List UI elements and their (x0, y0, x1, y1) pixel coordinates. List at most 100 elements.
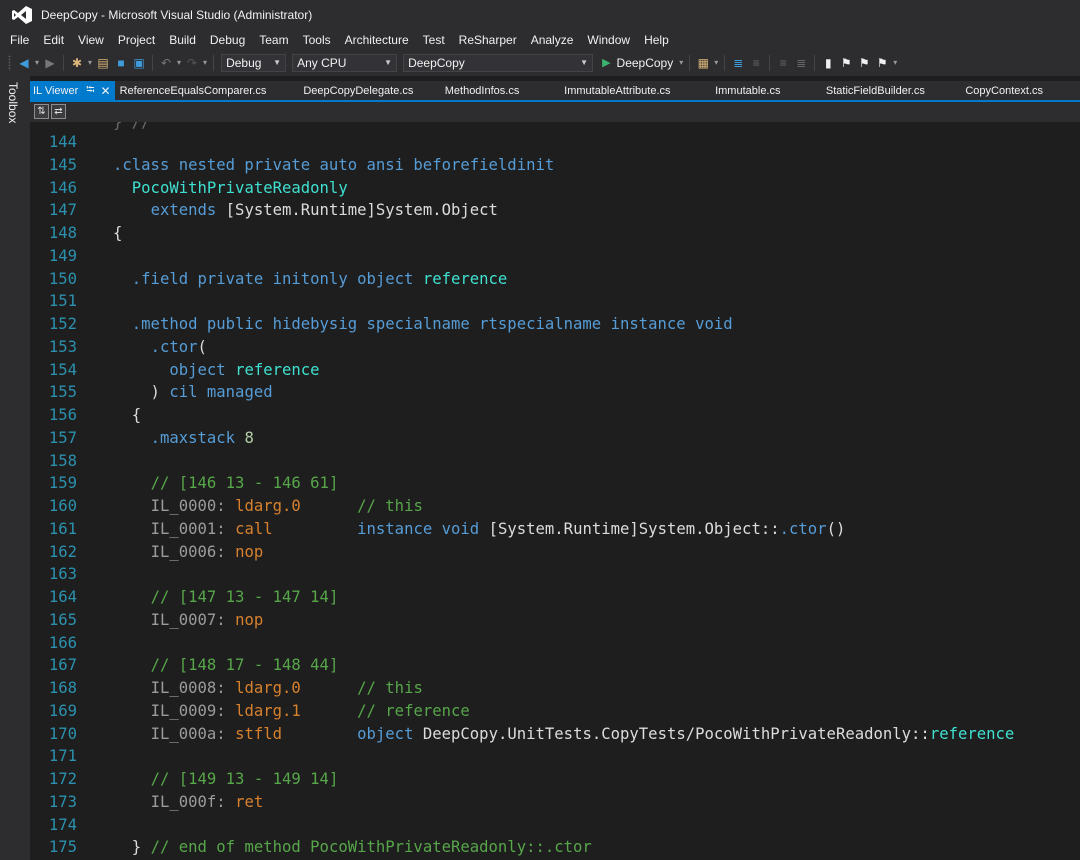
menu-view[interactable]: View (72, 33, 112, 47)
tab-reference-equals-comparer[interactable]: ReferenceEqualsComparer.cs (115, 81, 297, 100)
save-icon[interactable]: ■ (113, 55, 129, 71)
bookmark-icon[interactable]: ▮ (820, 55, 836, 71)
il-viewer-toolbar: ⇅ ⇄ (30, 102, 1080, 122)
code-line: 152 .method public hidebysig specialname… (30, 313, 1080, 336)
line-number: 169 (48, 701, 77, 720)
line-number: 175 (48, 838, 77, 857)
menu-help[interactable]: Help (638, 33, 677, 47)
code-text: ) cil managed (113, 383, 273, 402)
code-text: .method public hidebysig specialname rts… (131, 315, 733, 333)
tab-il-viewer[interactable]: IL Viewer ⭾ ✕ (30, 81, 115, 100)
solution-platform-select[interactable]: Any CPU ▼ (292, 53, 398, 72)
line-number: 171 (48, 747, 77, 766)
code-line: 162 IL_0006: nop (30, 541, 1080, 564)
toolbox-strip: Toolbox (0, 76, 30, 860)
redo-dropdown-icon[interactable]: ▾ (203, 58, 207, 67)
code-line: 160 IL_0000: ldarg.0 // this (30, 495, 1080, 518)
standard-toolbar: ◀ ▾ ▶ ✱ ▾ ▤ ■ ▣ ↶ ▾ ↷ ▾ Debug ▼ Any CPU … (0, 49, 1080, 76)
sync-caret-icon[interactable]: ⇄ (51, 104, 66, 119)
menu-file[interactable]: File (0, 33, 37, 47)
code-line: 168 IL_0008: ldarg.0 // this (30, 677, 1080, 700)
line-number: 174 (48, 815, 77, 834)
show-source-icon[interactable]: ⇅ (34, 104, 49, 119)
line-number: 154 (48, 360, 77, 379)
step-into-icon[interactable]: ≣ (730, 55, 746, 71)
pin-icon[interactable]: ⭾ (86, 81, 94, 100)
menu-analyze[interactable]: Analyze (525, 33, 582, 47)
tab-static-field-builder[interactable]: StaticFieldBuilder.cs (826, 81, 965, 100)
line-number: 151 (48, 292, 77, 311)
tab-label: IL Viewer (33, 84, 79, 97)
line-number: 165 (48, 610, 77, 629)
code-line: 148 { (30, 222, 1080, 245)
browser-link-dropdown-icon[interactable]: ▾ (714, 58, 718, 67)
menu-window[interactable]: Window (581, 33, 638, 47)
tab-immutable[interactable]: Immutable.cs (715, 81, 826, 100)
menu-test[interactable]: Test (417, 33, 453, 47)
code-line: 157 .maxstack 8 (30, 427, 1080, 450)
line-number: 166 (48, 633, 77, 652)
code-text: IL_0009: ldarg.1 // reference (150, 701, 470, 720)
undo-icon[interactable]: ↶ (158, 55, 174, 71)
save-all-icon[interactable]: ▣ (131, 55, 147, 71)
line-number: 158 (48, 451, 77, 470)
tab-label: ReferenceEqualsComparer.cs (119, 84, 267, 97)
tab-method-infos[interactable]: MethodInfos.cs (445, 81, 564, 100)
menu-team[interactable]: Team (253, 33, 296, 47)
code-line: 167 // [148 17 - 148 44] (30, 654, 1080, 677)
redo-icon[interactable]: ↷ (184, 55, 200, 71)
forward-icon[interactable]: ▶ (42, 55, 58, 71)
code-text: // [146 13 - 146 61] (150, 474, 339, 493)
code-line: 149 (30, 245, 1080, 268)
menu-project[interactable]: Project (112, 33, 163, 47)
toolbox-tab[interactable]: Toolbox (6, 82, 20, 123)
toolbar-grip[interactable] (8, 54, 11, 71)
run-label: DeepCopy (616, 55, 674, 70)
undo-dropdown-icon[interactable]: ▾ (177, 58, 181, 67)
il-code-editor[interactable]: } // 144 145 .class nested private auto a… (30, 122, 1080, 860)
back-dropdown-icon[interactable]: ▾ (35, 58, 39, 67)
code-text: PocoWithPrivateReadonly (131, 178, 348, 197)
startup-project-select[interactable]: DeepCopy ▼ (403, 53, 594, 72)
menu-build[interactable]: Build (163, 33, 204, 47)
code-text: IL_0000: ldarg.0 // this (150, 497, 423, 515)
line-number: 168 (48, 679, 77, 697)
comment-lines-icon[interactable]: ≡ (775, 55, 791, 71)
menu-architecture[interactable]: Architecture (339, 33, 417, 47)
menu-debug[interactable]: Debug (204, 33, 253, 47)
start-debugging-button[interactable]: ▶ DeepCopy ▾ (602, 56, 685, 70)
menu-tools[interactable]: Tools (297, 33, 339, 47)
tab-copy-context[interactable]: CopyContext.cs (965, 81, 1080, 100)
tab-immutable-attribute[interactable]: ImmutableAttribute.cs (564, 81, 715, 100)
back-icon[interactable]: ◀ (16, 55, 32, 71)
menu-resharper[interactable]: ReSharper (453, 33, 525, 47)
browser-link-icon[interactable]: ▦ (695, 55, 711, 71)
next-bookmark-icon[interactable]: ⚑ (856, 55, 872, 71)
uncomment-lines-icon[interactable]: ≣ (793, 55, 809, 71)
new-project-icon[interactable]: ✱ (69, 55, 85, 71)
chevron-down-icon: ▼ (384, 58, 393, 67)
run-dropdown-icon[interactable]: ▾ (679, 58, 683, 67)
open-file-icon[interactable]: ▤ (95, 55, 111, 71)
close-icon[interactable]: ✕ (101, 84, 111, 98)
document-tab-strip: IL Viewer ⭾ ✕ ReferenceEqualsComparer.cs… (30, 81, 1080, 100)
line-number: 148 (48, 224, 77, 242)
tab-deep-copy-delegate[interactable]: DeepCopyDelegate.cs (296, 81, 444, 100)
toolbar-separator (213, 54, 215, 71)
toolbar-separator (152, 54, 154, 71)
startup-project-value: DeepCopy (408, 55, 465, 70)
code-line: 153 .ctor( (30, 336, 1080, 359)
tab-label: Immutable.cs (715, 84, 781, 97)
title-bar: DeepCopy - Microsoft Visual Studio (Admi… (0, 0, 1080, 30)
line-number: 146 (48, 178, 77, 197)
clear-bookmarks-icon[interactable]: ⚑ (874, 55, 890, 71)
line-number: 172 (48, 770, 77, 788)
toolbar-overflow-icon[interactable]: ▾ (893, 58, 897, 67)
code-text: { (113, 224, 123, 242)
solution-configuration-select[interactable]: Debug ▼ (221, 53, 287, 72)
menu-edit[interactable]: Edit (37, 33, 72, 47)
previous-bookmark-icon[interactable]: ⚑ (838, 55, 854, 71)
step-over-icon[interactable]: ≡ (748, 55, 764, 71)
new-item-dropdown-icon[interactable]: ▾ (88, 58, 92, 67)
code-text: // [149 13 - 149 14] (150, 770, 339, 788)
